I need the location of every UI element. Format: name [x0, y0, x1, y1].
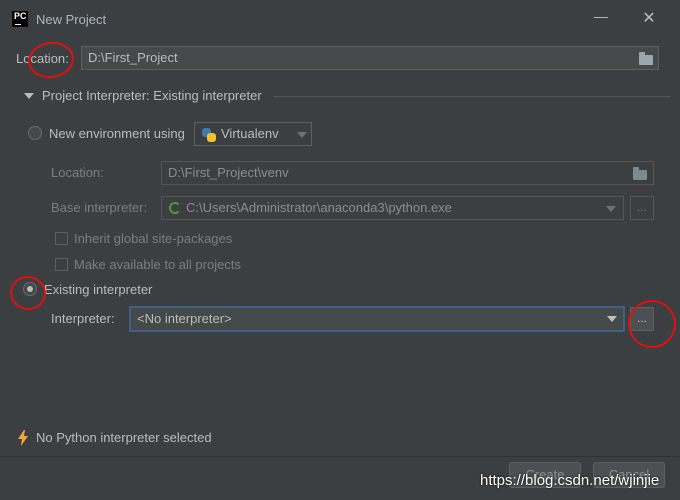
python-icon: [202, 128, 216, 142]
chevron-down-icon: [607, 316, 617, 322]
inherit-packages-label[interactable]: Inherit global site-packages: [74, 231, 232, 246]
base-interpreter-browse-button[interactable]: ...: [630, 196, 654, 220]
base-interpreter-value: C:\Users\Administrator\anaconda3\python.…: [186, 200, 452, 215]
environment-type-combo[interactable]: Virtualenv: [194, 122, 312, 146]
title-bar: PC New Project — ✕: [0, 0, 680, 40]
loading-spinner-icon: [169, 202, 181, 214]
minimize-button[interactable]: —: [592, 8, 610, 30]
interpreter-combo[interactable]: <No interpreter>: [129, 306, 625, 332]
location-value: D:\First_Project: [88, 50, 178, 65]
lightning-warning-icon: [18, 430, 28, 446]
location-input[interactable]: D:\First_Project: [81, 46, 659, 70]
collapse-caret-icon[interactable]: [24, 93, 34, 99]
section-title[interactable]: Project Interpreter: Existing interprete…: [42, 88, 262, 103]
annotation-circle: [625, 297, 679, 351]
environment-type-value: Virtualenv: [221, 126, 279, 141]
status-message: No Python interpreter selected: [36, 430, 212, 445]
folder-icon[interactable]: [633, 167, 647, 180]
pycharm-icon: PC: [12, 11, 28, 27]
existing-interpreter-label[interactable]: Existing interpreter: [44, 282, 152, 297]
make-available-checkbox[interactable]: [55, 258, 68, 271]
base-interpreter-label: Base interpreter:: [51, 200, 148, 215]
watermark-text: https://blog.csdn.net/wjinjie: [480, 472, 660, 489]
interpreter-value: <No interpreter>: [137, 311, 232, 326]
annotation-circle: [7, 273, 49, 313]
new-environment-radio[interactable]: [28, 126, 42, 140]
close-button[interactable]: ✕: [640, 8, 658, 30]
make-available-label[interactable]: Make available to all projects: [74, 257, 241, 272]
venv-location-input[interactable]: D:\First_Project\venv: [161, 161, 654, 185]
interpreter-label: Interpreter:: [51, 311, 115, 326]
window-title: New Project: [36, 12, 107, 27]
footer-divider: [0, 456, 680, 457]
venv-location-label: Location:: [51, 165, 104, 180]
section-divider: [274, 96, 670, 97]
annotation-circle: [25, 38, 77, 82]
base-interpreter-combo[interactable]: C:\Users\Administrator\anaconda3\python.…: [161, 196, 624, 220]
new-environment-label[interactable]: New environment using: [49, 126, 185, 141]
chevron-down-icon: [606, 206, 616, 212]
folder-icon[interactable]: [639, 52, 653, 65]
chevron-down-icon: [297, 132, 307, 138]
venv-location-value: D:\First_Project\venv: [168, 165, 289, 180]
inherit-packages-checkbox[interactable]: [55, 232, 68, 245]
